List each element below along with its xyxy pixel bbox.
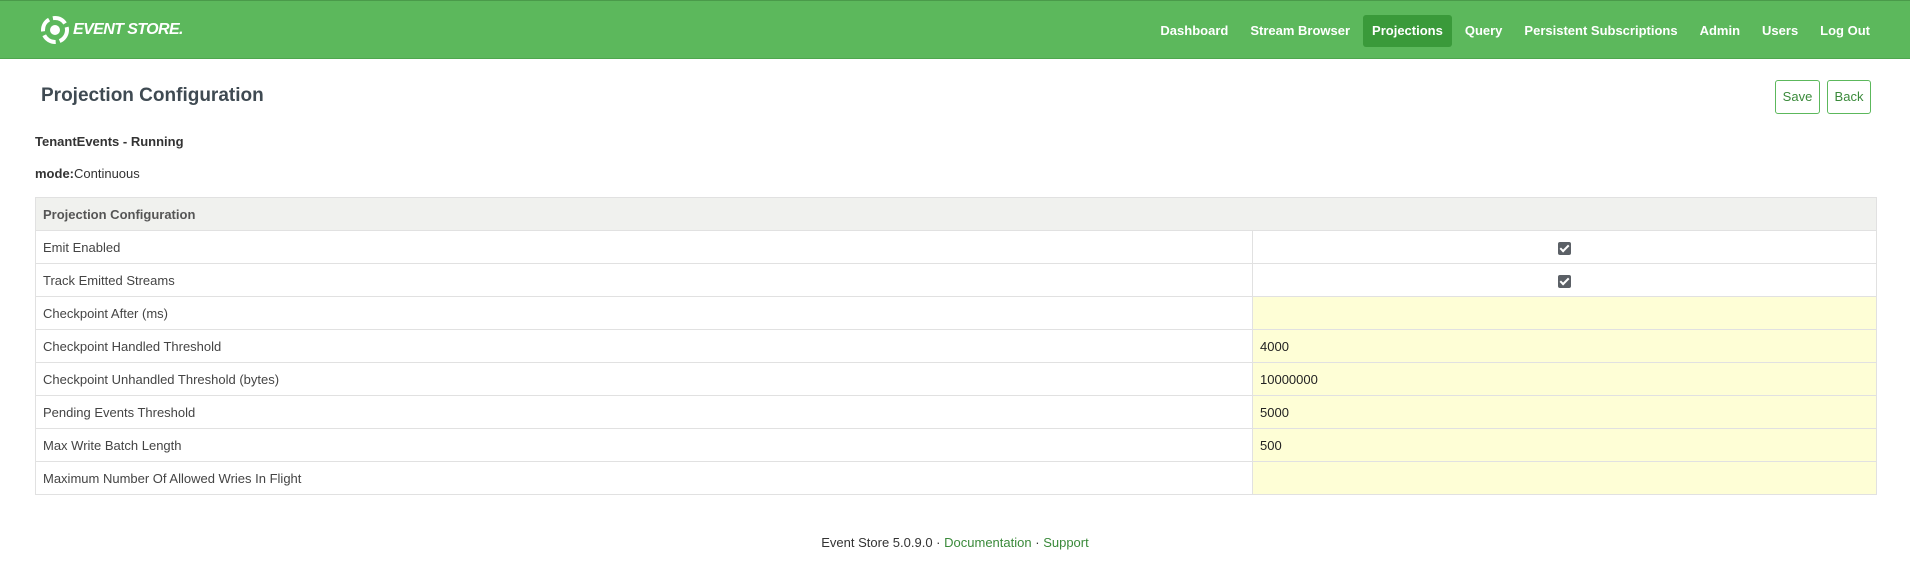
nav-users[interactable]: Users [1753,15,1807,47]
table-row: Checkpoint After (ms) [35,296,1877,330]
pending-events-threshold-input[interactable] [1253,396,1876,428]
nav-query[interactable]: Query [1456,15,1512,47]
footer-version: Event Store 5.0.9.0 [821,535,933,550]
nav-log-out[interactable]: Log Out [1811,15,1879,47]
pending-events-threshold-cell [1252,395,1877,429]
max-write-batch-length-cell [1252,428,1877,462]
checkpoint-after-input[interactable] [1253,297,1876,329]
footer-separator: · [1035,535,1040,550]
top-navbar: EVENT STORE. Dashboard Stream Browser Pr… [0,0,1910,59]
table-row: Pending Events Threshold [35,395,1877,429]
track-emitted-streams-checkbox[interactable] [1558,274,1571,288]
emit-enabled-checkbox[interactable] [1558,241,1571,255]
checkpoint-handled-threshold-input[interactable] [1253,330,1876,362]
mode-label: mode: [35,166,74,181]
table-row: Max Write Batch Length [35,428,1877,462]
nav-projections[interactable]: Projections [1363,15,1452,47]
back-button[interactable]: Back [1827,80,1871,114]
checkpoint-unhandled-threshold-cell [1252,362,1877,396]
table-row: Track Emitted Streams [35,263,1877,297]
max-write-batch-length-label: Max Write Batch Length [35,428,1253,462]
config-table-header: Projection Configuration [35,197,1877,231]
nav-admin[interactable]: Admin [1691,15,1749,47]
footer-separator: · [936,535,941,550]
page-title: Projection Configuration [41,85,264,106]
emit-enabled-label: Emit Enabled [35,230,1253,264]
projection-status: TenantEvents - Running [35,134,184,149]
checkpoint-handled-threshold-cell [1252,329,1877,363]
pending-events-threshold-label: Pending Events Threshold [35,395,1253,429]
documentation-link[interactable]: Documentation [944,535,1031,550]
nav-dashboard[interactable]: Dashboard [1151,15,1237,47]
nav-persistent-subscriptions[interactable]: Persistent Subscriptions [1515,15,1686,47]
nav-stream-browser[interactable]: Stream Browser [1241,15,1359,47]
max-writes-in-flight-label: Maximum Number Of Allowed Wries In Fligh… [35,461,1253,495]
track-emitted-streams-cell [1252,263,1877,297]
table-row: Maximum Number Of Allowed Wries In Fligh… [35,461,1877,495]
mode-value: Continuous [74,166,140,181]
brand-logo[interactable]: EVENT STORE. [41,15,183,45]
projection-mode: mode:Continuous [35,166,140,181]
max-writes-in-flight-cell [1252,461,1877,495]
track-emitted-streams-label: Track Emitted Streams [35,263,1253,297]
projection-config-table: Projection Configuration Emit Enabled Tr… [35,197,1877,495]
max-writes-in-flight-input[interactable] [1253,462,1876,494]
checkpoint-after-label: Checkpoint After (ms) [35,296,1253,330]
main-nav: Dashboard Stream Browser Projections Que… [1151,15,1879,47]
table-row: Emit Enabled [35,230,1877,264]
checkpoint-unhandled-threshold-input[interactable] [1253,363,1876,395]
checkpoint-after-cell [1252,296,1877,330]
table-row: Checkpoint Unhandled Threshold (bytes) [35,362,1877,396]
max-write-batch-length-input[interactable] [1253,429,1876,461]
save-button[interactable]: Save [1775,80,1820,114]
checkpoint-handled-threshold-label: Checkpoint Handled Threshold [35,329,1253,363]
checkpoint-unhandled-threshold-label: Checkpoint Unhandled Threshold (bytes) [35,362,1253,396]
event-store-logo-icon [41,16,69,44]
support-link[interactable]: Support [1043,535,1089,550]
footer: Event Store 5.0.9.0 · Documentation · Su… [0,535,1910,550]
table-row: Checkpoint Handled Threshold [35,329,1877,363]
brand-name: EVENT STORE. [73,21,183,38]
emit-enabled-cell [1252,230,1877,264]
